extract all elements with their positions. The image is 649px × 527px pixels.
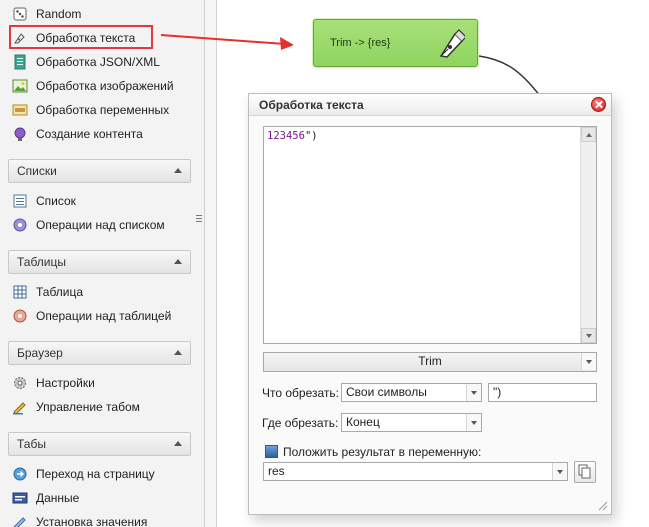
editor-text-colored: 123456 xyxy=(267,130,305,142)
action-label: Операции над таблицей xyxy=(36,309,172,323)
content-bulb-icon xyxy=(12,126,28,142)
dice-icon xyxy=(12,6,28,22)
where-trim-select[interactable]: Конец xyxy=(341,413,482,432)
action-label: Настройки xyxy=(36,376,95,390)
action-images[interactable]: Обработка изображений xyxy=(12,76,174,96)
action-label: Обработка изображений xyxy=(36,79,174,93)
chevron-up-icon xyxy=(174,259,182,264)
set-value-icon xyxy=(12,514,28,527)
editor-scrollbar[interactable] xyxy=(580,127,596,343)
action-table-ops[interactable]: Операции над таблицей xyxy=(12,306,171,326)
chevron-down-icon xyxy=(586,334,592,338)
copy-icon xyxy=(578,464,591,479)
what-trim-label: Что обрезать: xyxy=(262,386,339,400)
dialog-title: Обработка текста xyxy=(259,98,364,112)
section-title: Браузер xyxy=(17,346,63,360)
pen-nib-icon xyxy=(439,29,465,58)
panel-splitter[interactable] xyxy=(205,0,217,527)
section-browser-header[interactable]: Браузер xyxy=(8,341,191,365)
scroll-up-button[interactable] xyxy=(581,127,596,142)
input-text-editor[interactable]: 123456") xyxy=(263,126,597,344)
json-file-icon xyxy=(12,54,28,70)
trim-action-node[interactable]: Trim -> {res} xyxy=(313,19,478,67)
action-set-value[interactable]: Установка значения xyxy=(12,512,147,527)
chevron-down-icon[interactable] xyxy=(466,384,481,401)
save-result-checkbox[interactable] xyxy=(265,445,278,458)
trim-chars-input[interactable]: ") xyxy=(488,383,597,402)
action-label: Список xyxy=(36,194,76,208)
actions-panel: Random Обработка текста Обработка JSON/X… xyxy=(0,0,205,527)
action-list-ops[interactable]: Операции над списком xyxy=(12,215,165,235)
html-icon xyxy=(12,490,28,506)
resize-grip-icon[interactable] xyxy=(598,501,608,511)
function-select[interactable]: Trim xyxy=(263,352,597,372)
action-list[interactable]: Список xyxy=(12,191,76,211)
editor-content: 123456") xyxy=(267,130,318,142)
node-label: Trim -> {res} xyxy=(330,37,391,49)
action-label: Таблица xyxy=(36,285,84,299)
result-variable-select[interactable]: res xyxy=(263,462,568,481)
chevron-down-icon[interactable] xyxy=(581,353,596,370)
action-navigate[interactable]: Переход на страницу xyxy=(12,464,155,484)
tab-pencil-icon xyxy=(12,399,28,415)
section-title: Таблицы xyxy=(17,255,67,269)
table-icon xyxy=(12,284,28,300)
action-label: Создание контента xyxy=(36,127,143,141)
section-title: Табы xyxy=(17,437,46,451)
chevron-up-icon xyxy=(174,168,182,173)
navigate-icon xyxy=(12,466,28,482)
image-icon xyxy=(12,78,28,94)
action-label: Управление табом xyxy=(36,400,140,414)
function-value: Trim xyxy=(418,354,442,368)
action-label: Обработка текста xyxy=(36,31,136,45)
section-lists-header[interactable]: Списки xyxy=(8,159,191,183)
list-icon xyxy=(12,193,28,209)
action-label: Данные xyxy=(36,491,80,505)
action-label: Установка значения xyxy=(36,515,148,527)
action-browser-settings[interactable]: Настройки xyxy=(12,373,95,393)
where-trim-value: Конец xyxy=(346,415,380,429)
text-processing-dialog: Обработка текста 123456") Trim Что обрез… xyxy=(248,93,612,515)
what-trim-value: Свои символы xyxy=(346,385,427,399)
action-json-xml[interactable]: Обработка JSON/XML xyxy=(12,52,160,72)
variables-icon xyxy=(12,102,28,118)
action-table[interactable]: Таблица xyxy=(12,282,83,302)
action-label: Обработка переменных xyxy=(36,103,170,117)
action-variables[interactable]: Обработка переменных xyxy=(12,100,169,120)
action-data[interactable]: Данные xyxy=(12,488,79,508)
section-tabs-header[interactable]: Табы xyxy=(8,432,191,456)
trim-chars-value: ") xyxy=(493,385,502,399)
action-label: Random xyxy=(36,7,82,21)
close-icon[interactable] xyxy=(591,97,606,112)
scroll-down-button[interactable] xyxy=(581,328,596,343)
result-variable-value: res xyxy=(268,464,285,478)
action-tab-control[interactable]: Управление табом xyxy=(12,397,140,417)
gear-icon xyxy=(12,375,28,391)
action-random[interactable]: Random xyxy=(12,4,81,24)
variable-picker-button[interactable] xyxy=(574,461,596,483)
action-content[interactable]: Создание контента xyxy=(12,124,143,144)
list-gear-icon xyxy=(12,217,28,233)
action-label: Операции над списком xyxy=(36,218,165,232)
action-label: Переход на страницу xyxy=(36,467,155,481)
chevron-down-icon[interactable] xyxy=(466,414,481,431)
chevron-up-icon xyxy=(586,133,592,137)
action-label: Обработка JSON/XML xyxy=(36,55,160,69)
splitter-grip-icon[interactable] xyxy=(196,215,202,223)
what-trim-select[interactable]: Свои символы xyxy=(341,383,482,402)
chevron-down-icon[interactable] xyxy=(552,463,567,480)
chevron-up-icon xyxy=(174,441,182,446)
save-result-label: Положить результат в переменную: xyxy=(283,445,482,459)
chevron-up-icon xyxy=(174,350,182,355)
table-gear-icon xyxy=(12,308,28,324)
section-title: Списки xyxy=(17,164,57,178)
node-connector xyxy=(478,55,541,97)
pen-nib-icon xyxy=(12,30,28,46)
editor-text-plain: ") xyxy=(304,130,318,142)
section-tables-header[interactable]: Таблицы xyxy=(8,250,191,274)
action-text-processing[interactable]: Обработка текста xyxy=(12,28,135,48)
dialog-title-bar[interactable]: Обработка текста xyxy=(249,94,611,116)
where-trim-label: Где обрезать: xyxy=(262,416,339,430)
